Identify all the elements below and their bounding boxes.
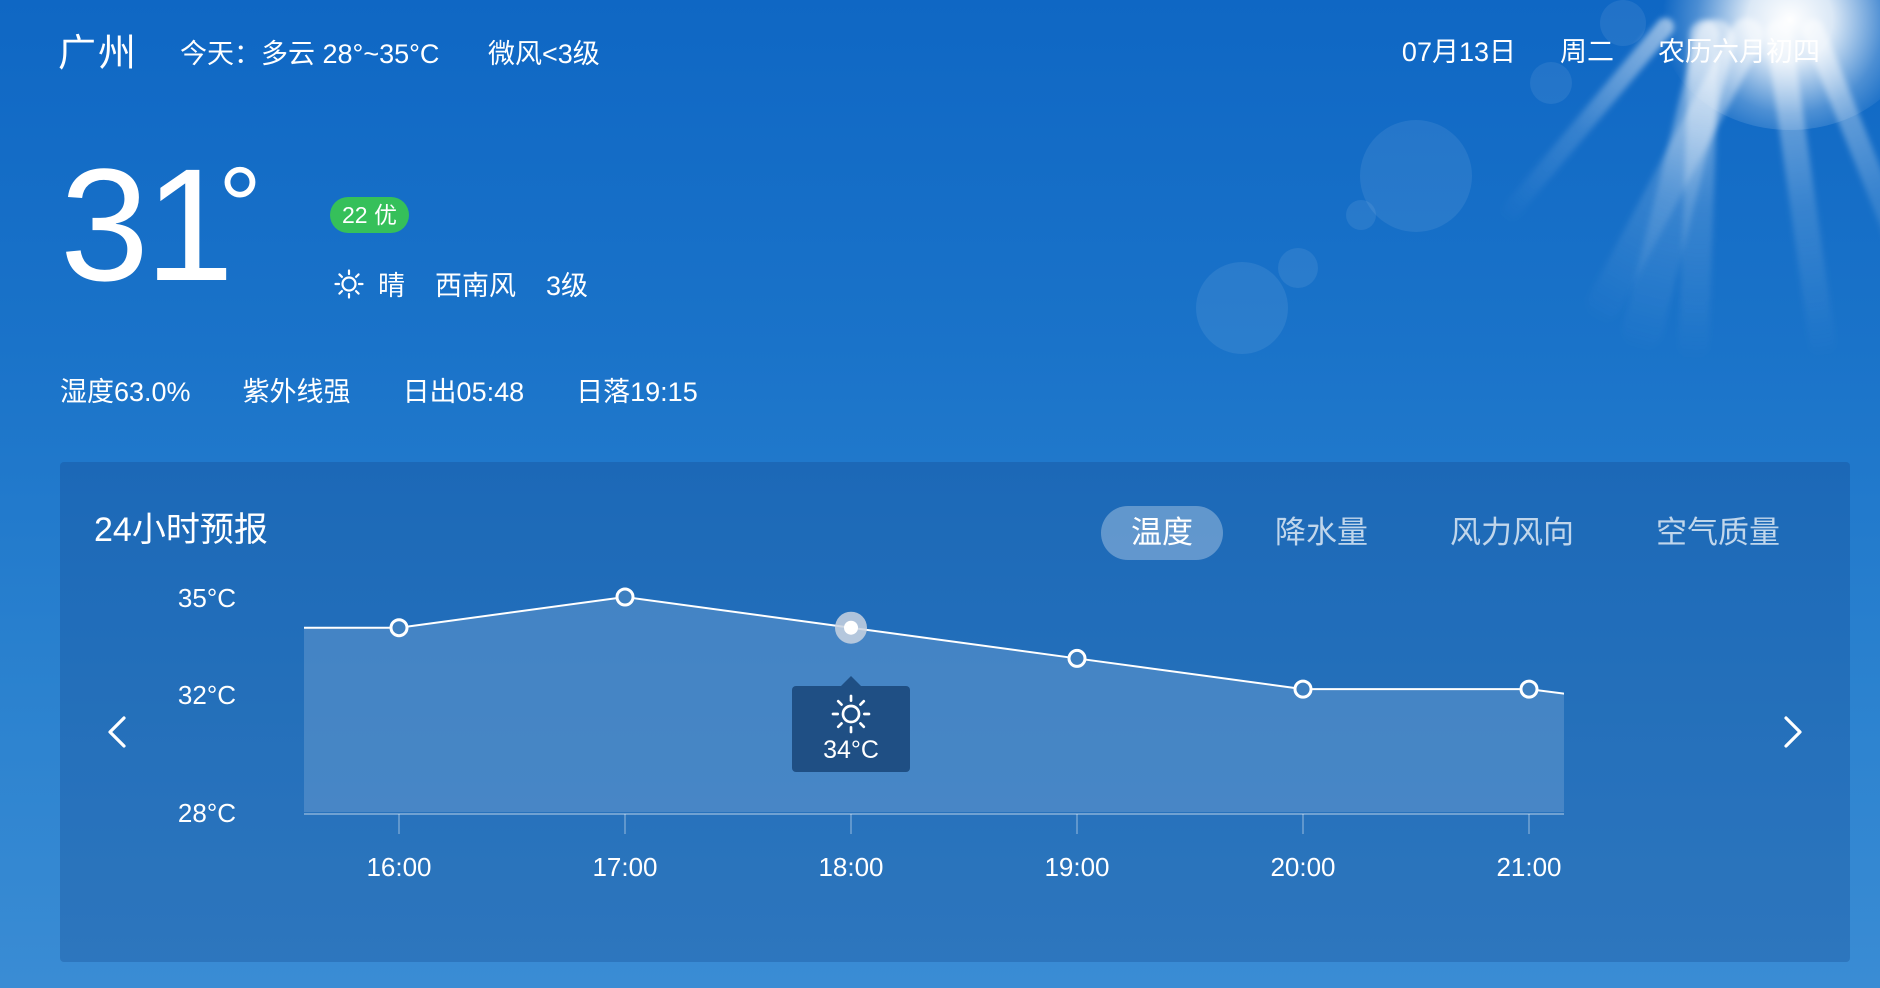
- data-point[interactable]: [1519, 679, 1539, 699]
- chevron-right-icon[interactable]: [1774, 714, 1810, 750]
- date: 07月13日: [1401, 37, 1516, 67]
- x-tick-label: 21:00: [1496, 852, 1561, 882]
- current-temperature: 31 °: [60, 145, 262, 305]
- x-tick-label: 16:00: [366, 852, 431, 882]
- data-point[interactable]: [389, 618, 409, 638]
- y-tick-label: 28°C: [178, 798, 236, 828]
- data-point[interactable]: [1293, 679, 1313, 699]
- chart-area: [304, 597, 1564, 812]
- city-name[interactable]: 广州: [58, 22, 138, 77]
- weather-details: 湿度63.0% 紫外线强 日出05:48 日落19:15: [60, 370, 698, 409]
- data-point[interactable]: [1067, 648, 1087, 668]
- today-summary: 今天：多云 28°~35°C: [180, 39, 440, 69]
- bokeh: [1360, 120, 1472, 232]
- humidity: 湿度63.0%: [60, 377, 191, 407]
- y-tick-label: 35°C: [178, 583, 236, 613]
- x-tick-label: 20:00: [1270, 852, 1335, 882]
- lunar-date: 农历六月初四: [1658, 37, 1820, 67]
- bokeh: [1278, 248, 1318, 288]
- forecast-panel: 24小时预报 温度 降水量 风力风向 空气质量 35°C 32°C 28°C 16:…: [60, 462, 1850, 962]
- aqi-badge[interactable]: 22 优: [330, 197, 409, 233]
- temperature-value: 31: [60, 135, 234, 314]
- uv-index: 紫外线强: [242, 377, 351, 407]
- x-tick-label: 18:00: [818, 852, 883, 882]
- x-tick-label: 19:00: [1044, 852, 1109, 882]
- sun-icon: [334, 268, 364, 299]
- tooltip-temperature: 34°C: [823, 736, 879, 764]
- data-point[interactable]: [615, 587, 635, 607]
- sun-icon: [831, 694, 871, 734]
- degree-symbol: °: [218, 145, 262, 268]
- today-wind: 微风<3级: [488, 39, 600, 69]
- weather-text: 晴: [378, 271, 405, 301]
- weather-group: 晴: [334, 264, 405, 303]
- x-tick-label: 22: [1741, 852, 1770, 882]
- bokeh: [1196, 262, 1288, 354]
- chevron-left-icon[interactable]: [100, 714, 136, 750]
- weekday: 周二: [1560, 37, 1614, 67]
- wind-direction: 西南风: [435, 271, 516, 301]
- sunrise: 日出05:48: [402, 377, 525, 407]
- y-tick-label: 32°C: [178, 680, 236, 710]
- chart-tooltip: 34°C: [792, 676, 910, 772]
- wind-level: 3级: [546, 271, 589, 301]
- weather-app: 广州 今天：多云 28°~35°C 微风<3级 07月13日 周二 农历六月初四…: [0, 0, 1880, 988]
- sunset: 日落19:15: [576, 377, 698, 407]
- bokeh: [1346, 200, 1376, 230]
- data-point-highlighted[interactable]: [844, 620, 858, 635]
- current-conditions: 晴 西南风 3级: [334, 264, 588, 303]
- temperature-chart: 35°C 32°C 28°C 16:00 17:00 18:00 19:00 20:00 21…: [178, 583, 1770, 882]
- x-tick-label: 17:00: [592, 852, 657, 882]
- date-info: 07月13日 周二 农历六月初四: [1402, 30, 1820, 69]
